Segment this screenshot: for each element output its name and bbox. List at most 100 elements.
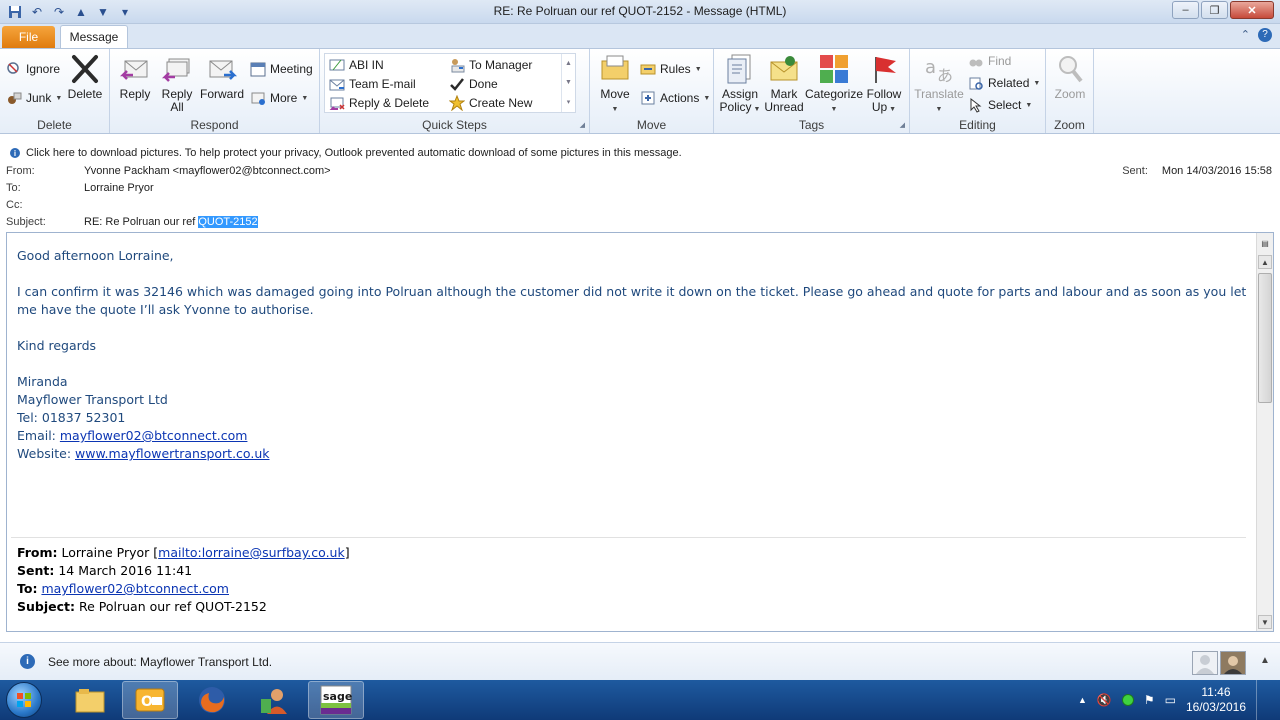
help-icon[interactable]: ? <box>1258 28 1272 42</box>
scroll-up-arrow-icon[interactable]: ▲ <box>1258 255 1272 269</box>
message-header: From: Yvonne Packham <mayflower02@btconn… <box>6 165 1272 228</box>
reply-all-icon <box>161 58 190 82</box>
reply-all-button[interactable]: Reply All <box>158 53 196 114</box>
message-body[interactable]: Good afternoon Lorraine, I can confirm i… <box>6 232 1274 632</box>
ignore-icon <box>7 62 19 74</box>
tab-file[interactable]: File <box>2 26 55 48</box>
close-button[interactable]: ✕ <box>1230 1 1274 19</box>
sent-date: Sent: Mon 14/03/2016 15:58 <box>1122 165 1272 177</box>
scroll-page-icon[interactable]: ▤ <box>1258 237 1272 251</box>
people-pane-text[interactable]: See more about: Mayflower Transport Ltd. <box>48 655 272 669</box>
start-button[interactable] <box>6 682 42 718</box>
quick-step-abi-in[interactable]: ABI IN <box>329 56 384 74</box>
network-icon[interactable]: ▭ <box>1165 693 1176 707</box>
tags-group-label: Tags <box>798 118 825 132</box>
junk-icon <box>8 92 22 104</box>
delete-button[interactable]: Delete <box>66 53 104 101</box>
show-desktop-button[interactable] <box>1256 680 1266 720</box>
quoted-from-mailto-link[interactable]: mailto:lorraine@surfbay.co.uk <box>158 545 345 560</box>
select-button[interactable]: Select ▼ <box>968 96 1032 114</box>
ignore-button[interactable]: Ignore <box>6 60 60 78</box>
actions-icon <box>641 91 655 105</box>
quick-steps-gallery: ABI IN To Manager Team E-mail Done Reply… <box>324 53 576 113</box>
status-green-icon[interactable] <box>1121 694 1134 706</box>
quick-step-create-new[interactable]: Create New <box>449 94 532 112</box>
dialog-launcher-icon[interactable]: ◢ <box>580 121 585 129</box>
find-button[interactable]: Find <box>968 52 1011 70</box>
quick-step-done[interactable]: Done <box>449 75 498 93</box>
message-body-content: Good afternoon Lorraine, I can confirm i… <box>17 247 1247 463</box>
scroll-thumb[interactable] <box>1258 273 1272 403</box>
magnifier-icon <box>1059 56 1083 83</box>
tab-message[interactable]: Message <box>60 25 128 48</box>
quick-step-team-email[interactable]: Team E-mail <box>329 75 416 93</box>
delete-group-label: Delete <box>37 118 72 132</box>
contacts-app-icon <box>261 689 287 714</box>
zoom-group-label: Zoom <box>1054 118 1085 132</box>
action-center-flag-icon[interactable]: ⚑ <box>1144 693 1155 707</box>
rules-button[interactable]: Rules ▼ <box>640 60 702 78</box>
zoom-button[interactable]: Zoom <box>1051 53 1089 101</box>
quoted-to-link[interactable]: mayflower02@btconnect.com <box>41 581 229 596</box>
related-button[interactable]: Related ▼ <box>968 74 1040 92</box>
quoted-subject: Subject: Re Polruan our ref QUOT-2152 <box>17 599 267 614</box>
scroll-up-icon[interactable]: ▲ <box>565 60 572 67</box>
maximize-button[interactable]: ❐ <box>1201 1 1228 19</box>
svg-text:O: O <box>141 694 153 710</box>
signature-email-link[interactable]: mayflower02@btconnect.com <box>60 428 248 443</box>
avatar-placeholder-icon[interactable] <box>1192 651 1218 675</box>
tab-row-icons: ⌃ ? <box>1241 28 1272 42</box>
move-button[interactable]: Move ▼ <box>596 53 634 116</box>
reply-button[interactable]: Reply <box>116 53 154 101</box>
junk-button[interactable]: Junk ▼ <box>6 89 62 107</box>
people-info-icon: i <box>20 654 35 669</box>
signature-name: Miranda <box>17 374 68 389</box>
follow-up-button[interactable]: Follow Up ▼ <box>864 53 904 116</box>
collapse-ribbon-icon[interactable]: ⌃ <box>1241 28 1250 42</box>
from-value[interactable]: Yvonne Packham <mayflower02@btconnect.co… <box>84 165 331 177</box>
meeting-button[interactable]: Meeting <box>250 60 313 78</box>
more-respond-button[interactable]: More ▼ <box>250 89 308 107</box>
categorize-button[interactable]: Categorize ▼ <box>804 53 864 116</box>
minimize-button[interactable]: – <box>1172 1 1199 19</box>
delete-group: Ignore Junk ▼ Delete Delete <box>0 49 110 133</box>
taskbar-sage[interactable]: sage <box>308 681 364 719</box>
taskbar-file-explorer[interactable] <box>62 681 118 719</box>
abi-in-icon <box>329 59 345 71</box>
reply-icon <box>119 60 148 80</box>
scroll-down-arrow-icon[interactable]: ▼ <box>1258 615 1272 629</box>
create-new-icon <box>449 95 465 111</box>
subject-value: RE: Re Polruan our ref QUOT-2152 <box>84 216 258 228</box>
tags-dialog-launcher-icon[interactable]: ◢ <box>900 121 905 129</box>
volume-muted-icon[interactable]: 🔇 <box>1097 693 1112 707</box>
body-scrollbar[interactable]: ▤ ▲ ▼ <box>1256 233 1273 631</box>
gallery-expand-icon[interactable]: ▾ <box>567 98 571 106</box>
signature-website-link[interactable]: www.mayflowertransport.co.uk <box>75 446 269 461</box>
quick-steps-scroll[interactable]: ▲ ▼ ▾ <box>561 54 575 112</box>
avatar-photo-icon[interactable] <box>1220 651 1246 675</box>
scroll-down-icon[interactable]: ▼ <box>565 79 572 86</box>
picture-download-infobar[interactable]: i Click here to download pictures. To he… <box>0 144 1280 162</box>
actions-button[interactable]: Actions ▼ <box>640 89 710 107</box>
taskbar-contacts-app[interactable] <box>246 681 302 719</box>
quick-step-to-manager[interactable]: To Manager <box>449 56 532 74</box>
subject-selected-text[interactable]: QUOT-2152 <box>198 216 258 228</box>
forward-button[interactable]: Forward <box>200 53 244 101</box>
taskbar-outlook[interactable]: O <box>122 681 178 719</box>
to-value[interactable]: Lorraine Pryor <box>84 182 154 194</box>
quoted-message-header: From: Lorraine Pryor [mailto:lorraine@su… <box>11 537 1246 616</box>
mark-unread-button[interactable]: Mark Unread <box>762 53 806 114</box>
respond-group: Reply Reply All Forward Meeting More ▼ Res… <box>110 49 320 133</box>
svg-text:あ: あ <box>937 66 953 85</box>
translate-button[interactable]: aあ Translate ▼ <box>914 53 964 116</box>
quick-step-reply-delete[interactable]: Reply & Delete <box>329 94 429 112</box>
team-email-icon <box>329 79 345 91</box>
assign-policy-button[interactable]: Assign Policy ▼ <box>718 53 762 116</box>
quoted-from: From: Lorraine Pryor [mailto:lorraine@su… <box>17 545 350 560</box>
expand-people-pane-icon[interactable]: ▲ <box>1260 655 1270 666</box>
signature-tel: Tel: 01837 52301 <box>17 410 126 425</box>
show-hidden-icons-icon[interactable]: ▲ <box>1078 695 1087 705</box>
binoculars-icon <box>969 59 983 67</box>
clock[interactable]: 11:46 16/03/2016 <box>1186 685 1246 715</box>
taskbar-firefox[interactable] <box>184 681 240 719</box>
